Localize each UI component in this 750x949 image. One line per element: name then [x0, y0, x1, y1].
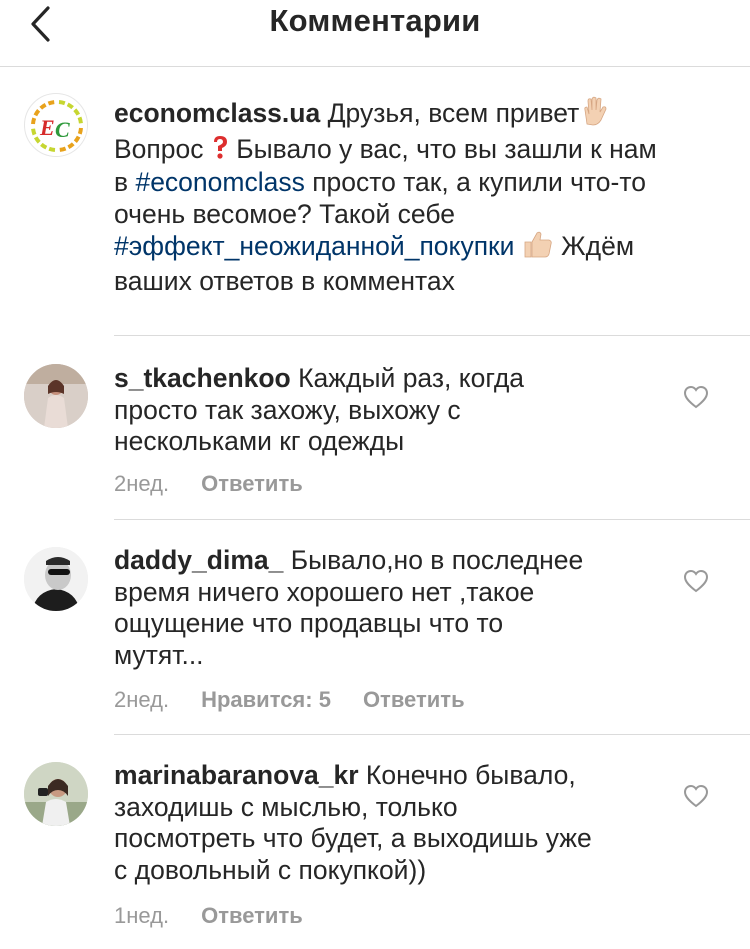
raised-hand-icon — [579, 96, 609, 134]
hashtag-link[interactable]: #economclass — [135, 167, 304, 197]
caption-line-2a: Вопрос — [114, 133, 211, 164]
comment-text: daddy_dima_ Бывало,но в последнее время … — [114, 545, 714, 671]
likes-count[interactable]: Нравится: 5 — [201, 687, 331, 712]
caption-line-1: Друзья, всем привет — [320, 97, 580, 128]
comment-line: мутят... — [114, 639, 204, 670]
comment-line: посмотреть что будет, а выходишь уже — [114, 823, 592, 853]
svg-text:E: E — [39, 115, 55, 140]
comment-meta: 1нед. Ответить — [114, 903, 335, 929]
comment-time: 2нед. — [114, 471, 170, 496]
page-title: Комментарии — [269, 3, 481, 38]
heart-icon[interactable] — [683, 569, 709, 593]
caption-username[interactable]: economclass.ua — [114, 98, 320, 128]
svg-text:C: C — [55, 117, 70, 142]
caption-line-5: Ждём — [553, 231, 635, 261]
divider — [114, 734, 750, 735]
reply-button[interactable]: Ответить — [363, 687, 465, 712]
heart-icon[interactable] — [683, 784, 709, 808]
comment-username[interactable]: daddy_dima_ — [114, 545, 283, 575]
comment-line: Каждый раз, когда — [290, 363, 525, 393]
avatar[interactable]: E C — [24, 93, 88, 157]
avatar[interactable] — [24, 364, 88, 428]
divider — [114, 519, 750, 520]
reply-button[interactable]: Ответить — [201, 471, 303, 496]
avatar[interactable] — [24, 762, 88, 826]
comment-line: с довольный с покупкой)) — [114, 854, 427, 885]
comment-time: 1нед. — [114, 903, 170, 928]
caption-text: economclass.ua Друзья, всем привет Вопро… — [114, 96, 714, 297]
caption-line-4: очень весомое? Такой себе — [114, 198, 455, 229]
divider — [114, 335, 750, 336]
comment-text: marinabaranova_kr Конечно бывало, заходи… — [114, 760, 714, 886]
caption-line-2b: Бывало у вас, что вы зашли к нам — [228, 133, 657, 164]
comment-line: Бывало,но в последнее — [283, 545, 584, 575]
reply-button[interactable]: Ответить — [201, 903, 303, 928]
comment-meta: 2нед. Ответить — [114, 471, 335, 497]
avatar[interactable] — [24, 547, 88, 611]
hashtag-link[interactable]: #эффект_неожиданной_покупки — [114, 231, 514, 261]
comment-username[interactable]: marinabaranova_kr — [114, 760, 359, 790]
question-mark-icon — [211, 134, 229, 168]
caption-line-3b: просто так, а купили что-то — [304, 167, 646, 198]
comment-line: заходишь с мыслью, только — [114, 791, 458, 822]
comment-line: время ничего хорошего нет ,такое — [114, 576, 535, 607]
comment-line: Конечно бывало, — [358, 760, 576, 790]
caption-line-6: ваших ответов в комментах — [114, 265, 455, 296]
comment-line: нескольками кг одежды — [114, 426, 405, 456]
comment-line: просто так захожу, выхожу с — [114, 394, 461, 425]
caption-line-3a: в — [114, 167, 136, 198]
thumbs-up-icon — [522, 230, 554, 266]
econom-logo: E C — [27, 96, 87, 156]
comment-time: 2нед. — [114, 687, 170, 712]
header-bar: Комментарии — [0, 0, 750, 67]
comment-meta: 2нед. Нравится: 5 Ответить — [114, 687, 497, 713]
comment-line: ощущение что продавцы что то — [114, 608, 504, 638]
comment-text: s_tkachenkoo Каждый раз, когда просто та… — [114, 363, 714, 458]
post-caption: E C economclass.ua Друзья, всем привет В… — [0, 66, 750, 336]
comment-username[interactable]: s_tkachenkoo — [114, 363, 291, 393]
heart-icon[interactable] — [683, 385, 709, 409]
